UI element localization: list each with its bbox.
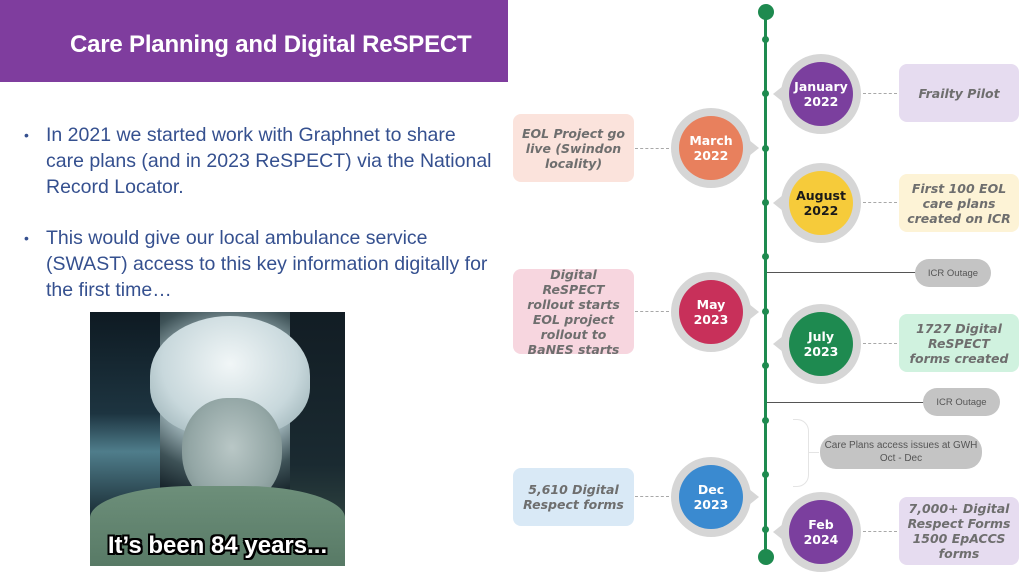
outage-connector: [767, 272, 917, 273]
bullet-item: • In 2021 we started work with Graphnet …: [22, 122, 492, 200]
slide-title: Care Planning and Digital ReSPECT: [70, 31, 472, 58]
connector: [863, 531, 897, 532]
title-bar: Care Planning and Digital ReSPECT: [0, 0, 508, 82]
timeline-tick: [762, 417, 769, 424]
connector: [635, 496, 669, 497]
event-icr-outage: ICR Outage: [915, 259, 991, 287]
bracket-tick: [809, 452, 819, 453]
milestone-note: EOL Project go live (Swindon locality): [513, 114, 634, 182]
connector: [635, 311, 669, 312]
timeline-tick: [762, 36, 769, 43]
meme-caption: It’s been 84 years...: [107, 532, 328, 559]
milestone-dec-2023: Dec 2023: [671, 457, 759, 537]
milestone-jan-2022: January 2022: [773, 54, 861, 134]
milestone-badge: May 2023: [679, 280, 743, 344]
timeline-tick: [762, 471, 769, 478]
connector: [863, 202, 897, 203]
milestone-feb-2024: Feb 2024: [773, 492, 861, 572]
timeline-tick: [762, 253, 769, 260]
bullet-text: In 2021 we started work with Graphnet to…: [46, 124, 492, 198]
milestone-note: First 100 EOL care plans created on ICR: [899, 174, 1019, 232]
timeline-tick: [762, 199, 769, 206]
bullet-text: This would give our local ambulance serv…: [46, 227, 488, 301]
milestone-note: Frailty Pilot: [899, 64, 1019, 122]
milestone-jul-2023: July 2023: [773, 304, 861, 384]
bullet-item: • This would give our local ambulance se…: [22, 225, 492, 303]
meme-image: It’s been 84 years...: [90, 312, 345, 566]
timeline-tick: [762, 308, 769, 315]
milestone-note: 5,610 Digital Respect forms: [513, 468, 634, 526]
milestone-may-2023: May 2023: [671, 272, 759, 352]
milestone-badge: January 2022: [789, 62, 853, 126]
milestone-aug-2022: August 2022: [773, 163, 861, 243]
bullet-icon: •: [24, 230, 29, 246]
bracket: [793, 419, 809, 487]
bullet-list: • In 2021 we started work with Graphnet …: [22, 122, 492, 328]
bullet-icon: •: [24, 127, 29, 143]
event-icr-outage: ICR Outage: [923, 388, 1000, 416]
timeline-end-dot: [758, 549, 774, 565]
timeline-tick: [762, 362, 769, 369]
milestone-badge: Feb 2024: [789, 500, 853, 564]
outage-connector: [767, 402, 927, 403]
connector: [863, 93, 897, 94]
milestone-note: Digital ReSPECT rollout starts EOL proje…: [513, 267, 634, 357]
milestone-badge: July 2023: [789, 312, 853, 376]
timeline-tick: [762, 90, 769, 97]
milestone-badge: March 2022: [679, 116, 743, 180]
event-gwh-issues: Care Plans access issues at GWH Oct - De…: [820, 435, 982, 469]
milestone-note: 1727 Digital ReSPECT forms created: [899, 314, 1019, 372]
connector: [863, 343, 897, 344]
timeline-start-dot: [758, 4, 774, 20]
milestone-mar-2022: March 2022: [671, 108, 759, 188]
timeline-tick: [762, 526, 769, 533]
timeline: January 2022 Frailty Pilot March 2022 EOL …: [505, 0, 1024, 576]
timeline-tick: [762, 145, 769, 152]
milestone-note: 7,000+ Digital Respect Forms 1500 EpACCS…: [899, 497, 1019, 565]
milestone-badge: Dec 2023: [679, 465, 743, 529]
connector: [635, 148, 669, 149]
milestone-badge: August 2022: [789, 171, 853, 235]
